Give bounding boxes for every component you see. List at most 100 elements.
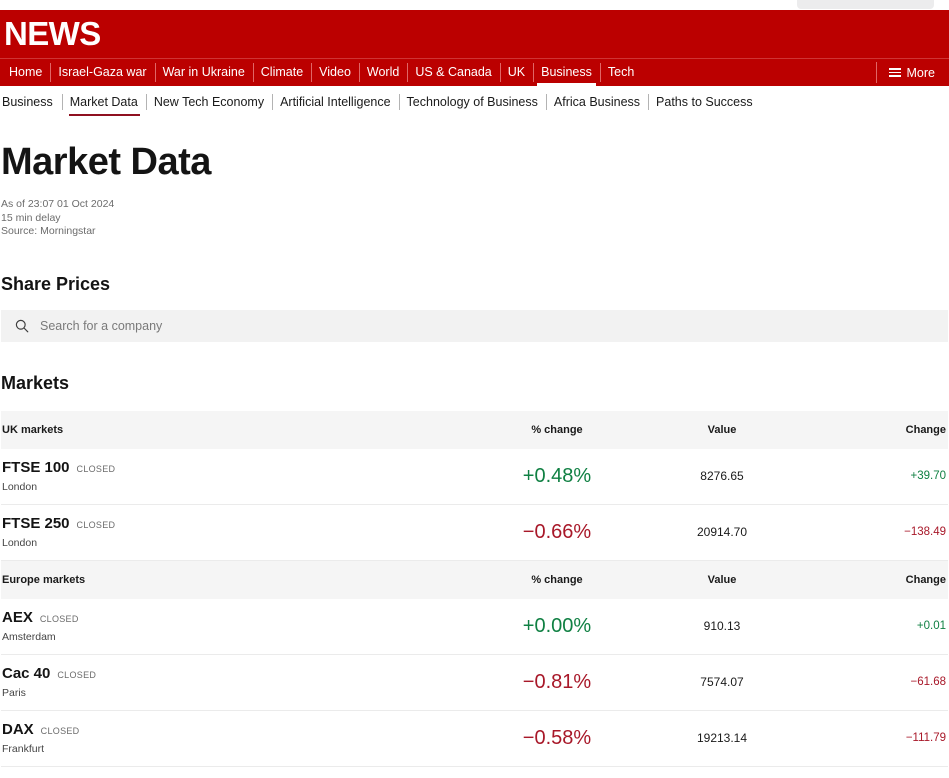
market-location: Amsterdam (2, 630, 56, 643)
market-value: 7574.07 (700, 675, 744, 689)
market-status-badge: CLOSED (39, 613, 79, 624)
market-value: 19213.14 (696, 731, 748, 745)
company-search-box[interactable] (1, 309, 948, 342)
nav-item-climate[interactable]: Climate (252, 59, 311, 86)
nav-item-uk[interactable]: UK (499, 59, 533, 86)
column-header-percent-change: % change (531, 573, 583, 586)
scrolled-banner-remnant (797, 0, 934, 9)
market-status-badge: CLOSED (76, 463, 116, 474)
data-source: Source: Morningstar (1, 225, 96, 237)
as-of-timestamp: As of 23:07 01 Oct 2024 (1, 198, 115, 210)
market-status-badge: CLOSED (40, 725, 80, 736)
nav-item-label: Home (9, 65, 43, 80)
secondary-navigation: Business Market Data New Tech Economy Artif… (0, 86, 949, 118)
nav-item-tech[interactable]: Tech (599, 59, 642, 86)
market-percent-change: −0.81% (522, 671, 592, 693)
subnav-item-label: Africa Business (553, 95, 641, 109)
search-icon (15, 319, 29, 332)
market-change: −61.68 (910, 676, 947, 688)
nav-item-video[interactable]: Video (311, 59, 359, 86)
hamburger-icon (888, 68, 901, 77)
page-top-strip (0, 0, 949, 10)
subnav-item-label: Business (2, 95, 53, 109)
market-percent-change: +0.00% (522, 615, 592, 637)
nav-item-israel-gaza-war[interactable]: Israel-Gaza war (50, 59, 154, 86)
market-row[interactable]: Euro Stoxx 50CLOSEDPan European−0.93%495… (1, 767, 948, 778)
site-masthead: NEWS (0, 10, 949, 58)
market-meta: As of 23:07 01 Oct 2024 15 min delay Sou… (1, 198, 948, 239)
more-menu-label: More (906, 65, 935, 80)
market-name: Cac 40 (2, 664, 51, 682)
nav-item-label: Israel-Gaza war (58, 65, 147, 80)
bbc-news-logo[interactable]: NEWS (4, 15, 101, 53)
market-location: London (2, 480, 38, 493)
market-title-line: DAX CLOSED (2, 721, 472, 739)
column-header-value: Value (707, 423, 737, 436)
secondary-nav-list: Business Market Data New Tech Economy Artif… (1, 86, 761, 118)
market-identity: AEX CLOSED Amsterdam (2, 609, 472, 644)
delay-notice: 15 min delay (1, 211, 61, 224)
market-group-name: Europe markets (2, 573, 86, 586)
market-row[interactable]: AEX CLOSED Amsterdam +0.00% 910.13 +0.01 (1, 599, 948, 655)
markets-table: UK markets % change Value Change FTSE 100 CLO… (1, 410, 948, 778)
market-percent-change: −0.58% (522, 727, 592, 749)
primary-nav-list: Home Israel-Gaza war War in Ukraine Climate… (0, 59, 949, 86)
subnav-item-label: New Tech Economy (153, 95, 265, 109)
market-change: +39.70 (910, 470, 947, 482)
markets-heading: Markets (1, 372, 70, 393)
market-value: 8276.65 (700, 469, 744, 483)
market-row[interactable]: FTSE 250 CLOSED London −0.66% 20914.70 −138.4… (1, 505, 948, 561)
more-menu-button[interactable]: More (875, 59, 949, 86)
market-title-line: Cac 40 CLOSED (2, 665, 472, 683)
column-header-change: Change (905, 423, 946, 436)
nav-item-war-in-ukraine[interactable]: War in Ukraine (154, 59, 253, 86)
primary-navigation: Home Israel-Gaza war War in Ukraine Climate… (0, 58, 949, 86)
nav-item-label: Video (319, 65, 351, 80)
market-group-header: UK markets % change Value Change (1, 410, 948, 449)
column-header-percent-change: % change (531, 423, 583, 436)
nav-item-label: Tech (607, 65, 635, 80)
page-title: Market Data (1, 141, 211, 183)
market-location: Frankfurt (2, 742, 45, 755)
subnav-item-paths-to-success[interactable]: Paths to Success (648, 86, 761, 118)
market-value: 20914.70 (696, 525, 748, 539)
market-name: AEX (2, 608, 33, 626)
market-name: FTSE 100 (2, 458, 70, 476)
nav-item-business[interactable]: Business (533, 59, 600, 86)
market-location: London (2, 536, 38, 549)
nav-item-home[interactable]: Home (1, 59, 50, 86)
main-content: Market Data As of 23:07 01 Oct 2024 15 m… (0, 140, 949, 778)
market-group-header: Europe markets % change Value Change (1, 560, 948, 599)
market-name: FTSE 250 (2, 514, 70, 532)
market-row[interactable]: FTSE 100 CLOSED London +0.48% 8276.65 +39.70 (1, 449, 948, 505)
market-percent-change: +0.48% (522, 465, 592, 487)
nav-item-label: War in Ukraine (162, 65, 245, 80)
nav-item-us-canada[interactable]: US & Canada (407, 59, 499, 86)
market-row[interactable]: Cac 40 CLOSED Paris −0.81% 7574.07 −61.68 (1, 655, 948, 711)
subnav-item-business[interactable]: Business (1, 86, 62, 118)
subnav-item-new-tech-economy[interactable]: New Tech Economy (145, 86, 272, 118)
market-status-badge: CLOSED (57, 669, 97, 680)
nav-item-label: UK (507, 65, 526, 80)
market-title-line: FTSE 250 CLOSED (2, 515, 472, 533)
subnav-item-market-data[interactable]: Market Data (61, 86, 146, 118)
market-identity: FTSE 100 CLOSED London (2, 459, 472, 494)
subnav-item-technology-of-business[interactable]: Technology of Business (398, 86, 546, 118)
market-row[interactable]: DAX CLOSED Frankfurt −0.58% 19213.14 −111.79 (1, 711, 948, 767)
column-header-change: Change (905, 573, 946, 586)
search-input[interactable] (40, 318, 834, 333)
market-percent-change: −0.66% (522, 521, 592, 543)
subnav-item-label: Paths to Success (656, 95, 753, 109)
market-change: −111.79 (905, 732, 946, 744)
subnav-item-label: Market Data (69, 95, 138, 109)
subnav-item-africa-business[interactable]: Africa Business (545, 86, 648, 118)
nav-item-world[interactable]: World (358, 59, 407, 86)
market-group-name: UK markets (2, 423, 64, 436)
nav-item-label: Climate (260, 65, 304, 80)
subnav-item-artificial-intelligence[interactable]: Artificial Intelligence (272, 86, 398, 118)
market-title-line: FTSE 100 CLOSED (2, 459, 472, 477)
share-prices-heading: Share Prices (1, 273, 111, 294)
subnav-item-label: Artificial Intelligence (280, 95, 391, 109)
nav-item-label: US & Canada (415, 65, 492, 80)
market-name: DAX (2, 720, 34, 738)
